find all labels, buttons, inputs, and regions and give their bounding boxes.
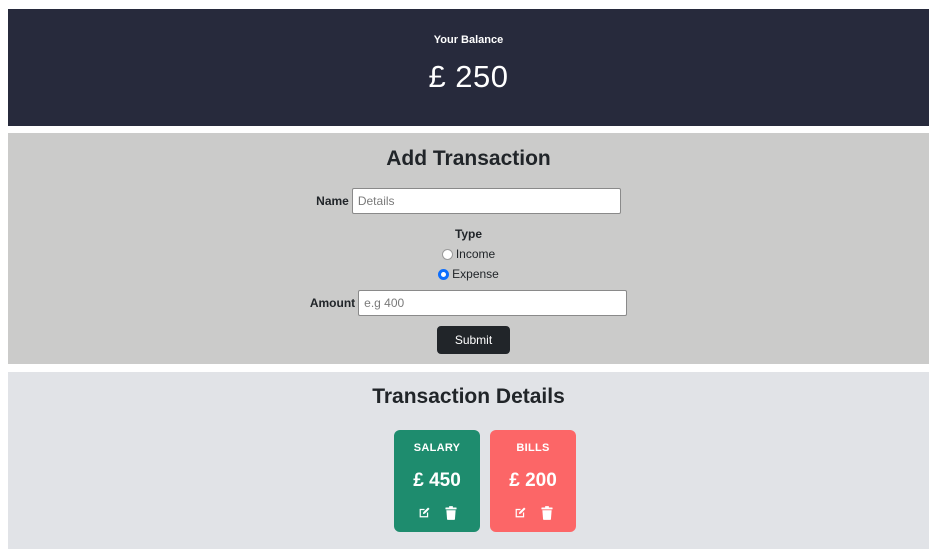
income-radio[interactable] — [441, 248, 453, 260]
expense-radio-option[interactable]: Expense — [8, 267, 929, 281]
edit-icon[interactable] — [514, 506, 527, 520]
amount-label: Amount — [309, 296, 356, 310]
transaction-card-salary: SALARY £ 450 — [394, 430, 480, 532]
transaction-card-bills: BILLS £ 200 — [490, 430, 576, 532]
expense-radio[interactable] — [438, 268, 450, 280]
card-actions — [394, 506, 480, 520]
name-row: Name — [8, 188, 929, 214]
transaction-details-title: Transaction Details — [372, 385, 565, 408]
income-radio-option[interactable]: Income — [8, 247, 929, 261]
balance-value: £ 250 — [428, 59, 509, 94]
add-transaction-panel: Add Transaction Name Type Income Expense… — [8, 133, 929, 364]
card-amount: £ 200 — [509, 470, 557, 491]
card-label: BILLS — [516, 442, 550, 454]
name-input[interactable] — [351, 188, 621, 214]
transaction-details-panel: Transaction Details SALARY £ 450 BILLS £… — [8, 372, 929, 549]
income-label: Income — [455, 247, 496, 261]
card-amount: £ 450 — [413, 470, 461, 491]
trash-icon[interactable] — [540, 506, 553, 520]
trash-icon[interactable] — [444, 506, 457, 520]
balance-panel: Your Balance £ 250 — [8, 9, 929, 126]
name-label: Name — [316, 194, 349, 208]
edit-icon[interactable] — [418, 506, 431, 520]
type-label: Type — [454, 227, 483, 241]
amount-input[interactable] — [358, 290, 628, 316]
balance-label: Your Balance — [433, 34, 504, 46]
expense-label: Expense — [452, 267, 499, 281]
card-actions — [490, 506, 576, 520]
submit-button[interactable]: Submit — [437, 326, 510, 354]
add-transaction-title: Add Transaction — [386, 147, 551, 170]
amount-row: Amount — [8, 290, 929, 316]
card-label: SALARY — [413, 442, 461, 454]
